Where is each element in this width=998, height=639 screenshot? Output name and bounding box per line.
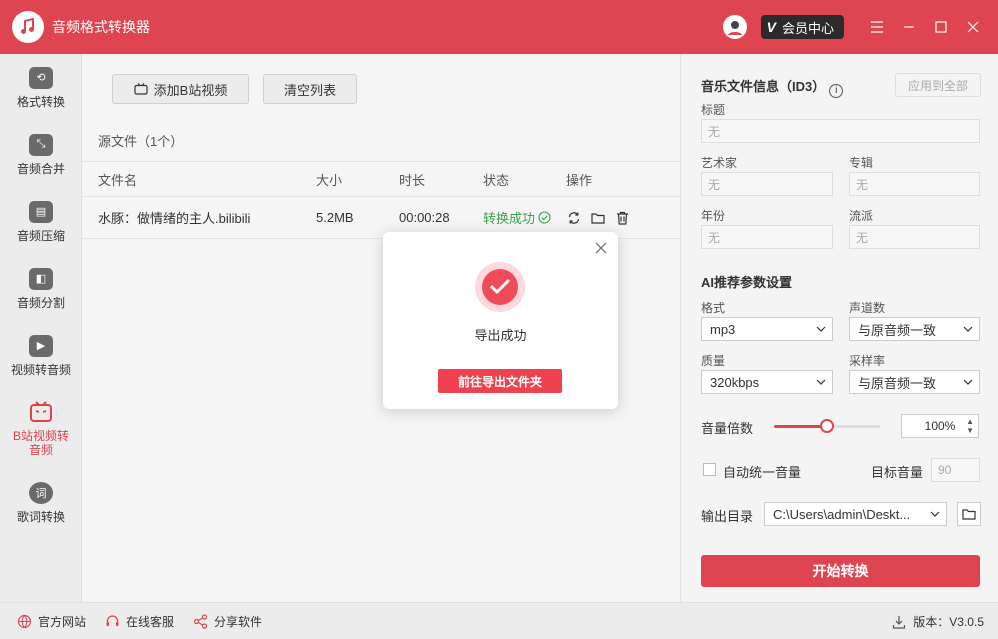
official-website-link[interactable]: 官方网站 xyxy=(16,613,86,630)
col-size: 大小 xyxy=(316,172,343,188)
export-success-dialog: 导出成功 前往导出文件夹 xyxy=(383,232,618,409)
volume-slider[interactable] xyxy=(774,419,880,433)
genre-label: 流派 xyxy=(849,209,874,223)
title-label: 标题 xyxy=(701,103,726,117)
open-export-folder-button[interactable]: 前往导出文件夹 xyxy=(438,369,562,393)
title-bar: 音频格式转换器 V 会员中心 xyxy=(0,0,998,54)
app-logo-icon xyxy=(12,11,44,43)
download-icon xyxy=(891,614,907,630)
target-volume-field[interactable]: 90 xyxy=(931,458,980,482)
refresh-icon[interactable] xyxy=(566,210,582,226)
globe-icon xyxy=(16,613,32,629)
chevron-down-icon xyxy=(963,379,973,385)
chevron-down-icon xyxy=(816,326,826,332)
output-dir-select[interactable]: C:\Users\admin\Deskt... xyxy=(764,502,947,526)
add-bilibili-video-button[interactable]: 添加B站视频 xyxy=(112,74,249,104)
auto-volume-label: 自动统一音量 xyxy=(723,465,802,480)
user-avatar[interactable] xyxy=(722,15,747,39)
volume-label: 音量倍数 xyxy=(701,421,754,436)
artist-field[interactable]: 无 xyxy=(701,172,833,196)
channels-select[interactable]: 与原音频一致 xyxy=(849,317,980,341)
volume-slider-handle[interactable] xyxy=(820,419,834,433)
maximize-icon[interactable] xyxy=(926,12,956,42)
chevron-down-icon xyxy=(930,511,940,517)
output-dir-label: 输出目录 xyxy=(701,509,754,524)
apply-to-all-button[interactable]: 应用到全部 xyxy=(895,73,981,97)
split-icon: ◧ xyxy=(29,267,53,290)
title-field[interactable]: 无 xyxy=(701,119,980,143)
album-label: 专辑 xyxy=(849,156,874,170)
minimize-icon[interactable] xyxy=(894,12,924,42)
format-select[interactable]: mp3 xyxy=(701,317,833,341)
settings-panel: 音乐文件信息（ID3） i 应用到全部 标题 无 艺术家 无 专辑 无 年份 无 … xyxy=(680,54,998,602)
id3-section-title: 音乐文件信息（ID3） i xyxy=(701,76,844,98)
open-folder-icon[interactable] xyxy=(590,210,606,226)
lyrics-icon: 词 xyxy=(29,481,53,504)
headset-icon xyxy=(104,613,120,629)
chevron-down-icon xyxy=(963,326,973,332)
source-file-count: 源文件（1个） xyxy=(98,134,184,149)
table-header: 文件名 大小 时长 状态 操作 xyxy=(82,161,680,197)
quality-label: 质量 xyxy=(701,354,726,368)
app-title: 音频格式转换器 xyxy=(52,19,150,35)
compress-icon: ▤ xyxy=(29,200,53,223)
share-icon xyxy=(192,613,208,629)
genre-field[interactable]: 无 xyxy=(849,225,980,249)
format-convert-icon: ⟲ xyxy=(29,66,53,89)
delete-icon[interactable] xyxy=(614,210,630,226)
auto-volume-checkbox[interactable] xyxy=(703,463,716,476)
close-window-icon[interactable] xyxy=(958,12,988,42)
sidebar-item-audio-merge[interactable]: ⤡ 音频合并 xyxy=(0,121,82,188)
col-duration: 时长 xyxy=(399,172,426,188)
sidebar-item-bilibili[interactable]: B站视频转音频 xyxy=(0,389,82,469)
sidebar-item-audio-compress[interactable]: ▤ 音频压缩 xyxy=(0,188,82,255)
chevron-down-icon xyxy=(816,379,826,385)
clear-list-button[interactable]: 清空列表 xyxy=(263,74,357,104)
samplerate-label: 采样率 xyxy=(849,354,886,368)
col-filename: 文件名 xyxy=(98,172,138,188)
online-service-link[interactable]: 在线客服 xyxy=(104,613,174,630)
version-info[interactable]: 版本：V3.0.5 xyxy=(891,603,984,639)
vip-center-button[interactable]: V 会员中心 xyxy=(760,15,844,39)
ai-section-title: AI推荐参数设置 xyxy=(701,275,793,290)
menu-icon[interactable] xyxy=(862,12,892,42)
bilibili-icon xyxy=(29,401,53,423)
folder-icon xyxy=(962,509,976,520)
success-message: 导出成功 xyxy=(474,328,527,343)
sidebar-item-video-to-audio[interactable]: ▶ 视频转音频 xyxy=(0,322,82,389)
artist-label: 艺术家 xyxy=(701,156,738,170)
stepper-arrows-icon[interactable]: ▲ ▼ xyxy=(966,417,974,435)
sidebar-item-lyrics-convert[interactable]: 词 歌词转换 xyxy=(0,469,82,536)
tv-icon xyxy=(134,83,148,95)
quality-select[interactable]: 320kbps xyxy=(701,370,833,394)
share-software-link[interactable]: 分享软件 xyxy=(192,613,262,630)
video-to-audio-icon: ▶ xyxy=(29,334,53,357)
vip-badge-icon: V xyxy=(766,19,776,35)
sidebar-item-format-convert[interactable]: ⟲ 格式转换 xyxy=(0,54,82,121)
channels-label: 声道数 xyxy=(849,301,886,315)
volume-stepper[interactable]: 100% ▲ ▼ xyxy=(901,414,979,438)
vip-center-label: 会员中心 xyxy=(781,20,834,36)
col-status: 状态 xyxy=(483,172,510,188)
samplerate-select[interactable]: 与原音频一致 xyxy=(849,370,980,394)
success-icon xyxy=(475,262,525,312)
close-icon[interactable] xyxy=(594,241,608,255)
check-circle-icon xyxy=(538,211,551,224)
footer-bar: 官方网站 在线客服 分享软件 版本：V3.0.5 xyxy=(0,602,998,639)
file-size: 5.2MB xyxy=(316,210,354,225)
file-name: 水豚：做情绪的主人.bilibili xyxy=(98,211,251,226)
year-label: 年份 xyxy=(701,209,726,223)
album-field[interactable]: 无 xyxy=(849,172,980,196)
year-field[interactable]: 无 xyxy=(701,225,833,249)
sidebar-item-audio-split[interactable]: ◧ 音频分割 xyxy=(0,255,82,322)
target-volume-label: 目标音量 xyxy=(871,465,924,480)
format-label: 格式 xyxy=(701,301,726,315)
merge-icon: ⤡ xyxy=(29,133,53,156)
col-ops: 操作 xyxy=(566,172,593,188)
sidebar: ⟲ 格式转换 ⤡ 音频合并 ▤ 音频压缩 ◧ 音频分割 ▶ 视频转音频 B站视频… xyxy=(0,54,82,602)
start-convert-button[interactable]: 开始转换 xyxy=(701,555,980,587)
browse-folder-button[interactable] xyxy=(957,502,981,526)
info-icon[interactable]: i xyxy=(829,84,844,98)
